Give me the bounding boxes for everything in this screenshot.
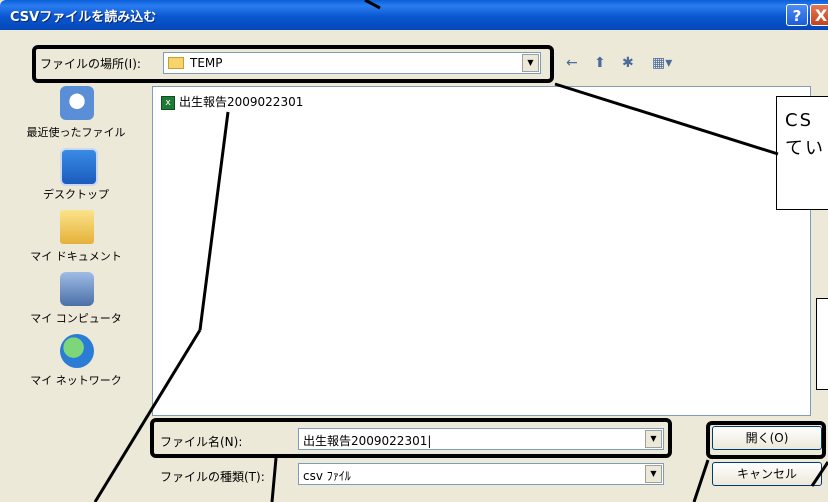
open-csv-dialog: CSVファイルを読み込む ? X ファイルの場所(I): TEMP ▼ ← ⬆ …: [0, 0, 828, 502]
annotation-lines: [93, 0, 828, 502]
